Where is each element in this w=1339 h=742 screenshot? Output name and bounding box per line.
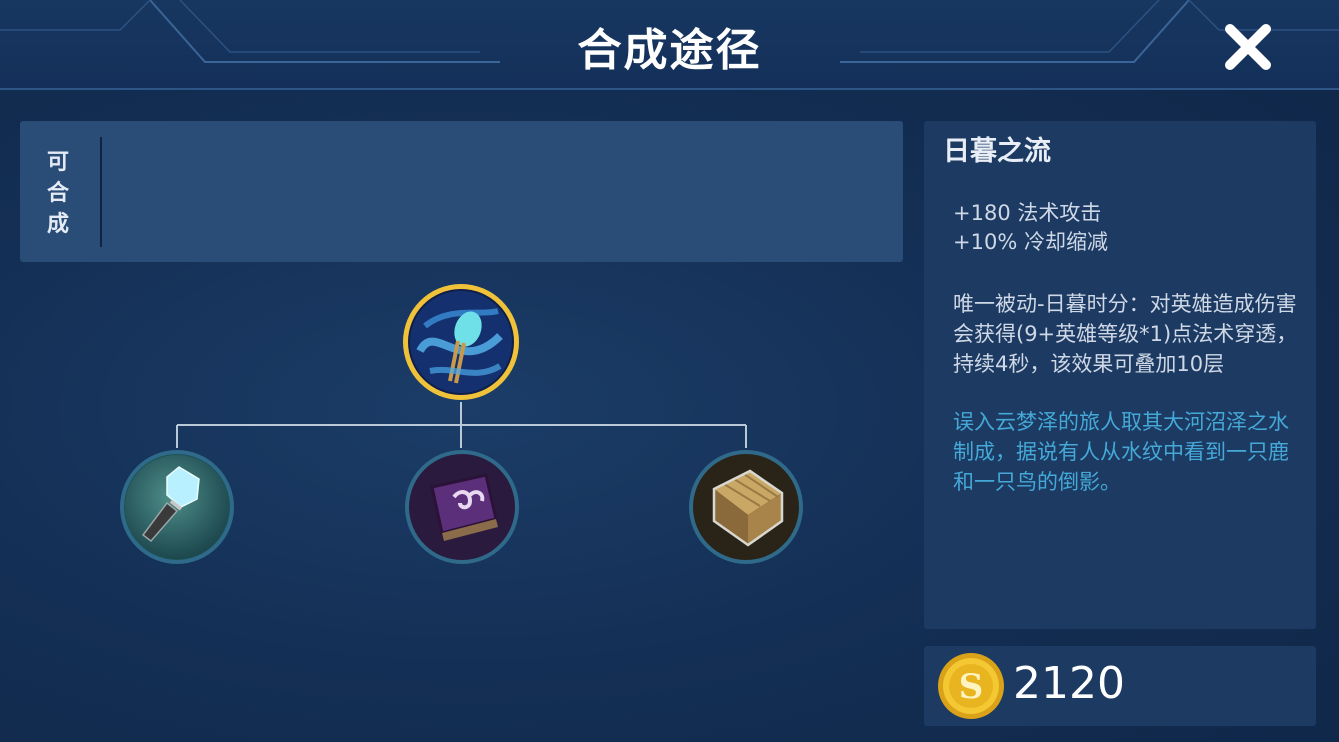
- composable-panel: 可 合 成: [20, 121, 903, 262]
- lore-text: 误入云梦泽的旅人取其大河沼泽之水制成，据说有人从水纹中看到一只鹿和一只鸟的倒影。: [953, 410, 1289, 494]
- wooden-chest-item-icon[interactable]: [688, 449, 804, 565]
- page-title: 合成途径: [577, 25, 762, 76]
- passive-description: 唯一被动-日暮时分：对英雄造成伤害会获得(9+英雄等级*1)点法术穿透，持续4秒…: [953, 292, 1298, 376]
- svg-text:S: S: [959, 667, 984, 707]
- stat-line: +180 法术攻击: [953, 201, 1102, 225]
- composable-divider: [100, 137, 102, 247]
- price-value: 2120: [1013, 658, 1125, 709]
- crystal-wand-item-icon[interactable]: [119, 449, 235, 565]
- close-icon: [1225, 24, 1271, 70]
- composable-label: 可 合 成: [46, 150, 69, 237]
- header-bar: 合成途径: [0, 0, 1339, 90]
- spellbook-item-icon[interactable]: [404, 449, 520, 565]
- item-info-panel: 日暮之流 +180 法术攻击 +10% 冷却缩减 唯一被动-日暮时分：对英雄造成…: [924, 121, 1316, 629]
- sunset-flow-item-icon[interactable]: [400, 281, 522, 403]
- stat-line: +10% 冷却缩减: [953, 230, 1108, 254]
- price-panel: S 2120: [924, 646, 1316, 726]
- item-name: 日暮之流: [943, 136, 1051, 167]
- composition-tree: [0, 270, 910, 580]
- gold-coin-icon: S: [938, 653, 1004, 719]
- item-stats: +180 法术攻击 +10% 冷却缩减: [953, 199, 1108, 257]
- close-button[interactable]: [1215, 18, 1281, 76]
